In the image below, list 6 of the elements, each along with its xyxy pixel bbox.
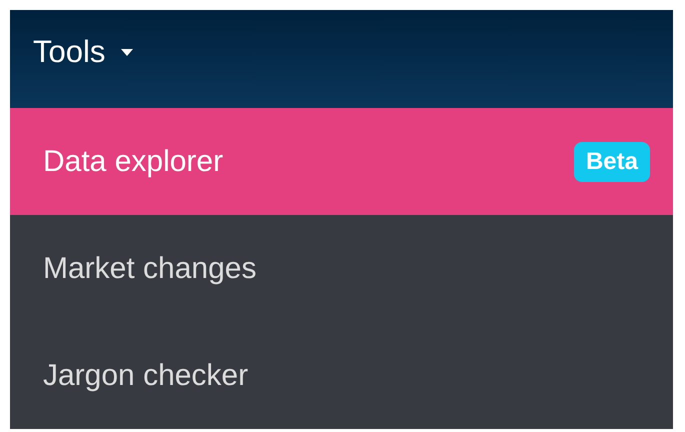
beta-badge: Beta <box>574 142 650 182</box>
menu-header-button[interactable]: Tools <box>10 10 673 108</box>
menu-item[interactable]: Market changes <box>10 215 673 322</box>
caret-icon <box>121 48 134 56</box>
menu-item[interactable]: Jargon checker <box>10 322 673 429</box>
menu-item[interactable]: Data explorer Beta <box>10 108 673 215</box>
